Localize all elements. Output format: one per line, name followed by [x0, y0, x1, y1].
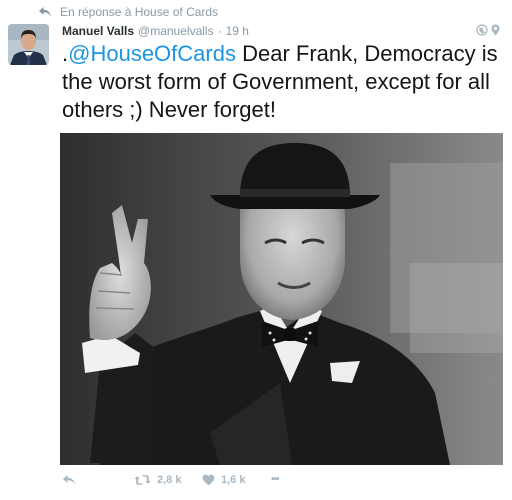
retweet-count: 2,8 k — [157, 474, 182, 486]
retweet-button[interactable]: 2,8 k — [134, 474, 181, 486]
author-name[interactable]: Manuel Valls — [62, 24, 134, 38]
like-count: 1,6 k — [221, 474, 246, 486]
tweet-timestamp[interactable]: 19 h — [226, 24, 249, 38]
reply-context-link[interactable]: En réponse à House of Cards — [60, 5, 218, 19]
more-icon: ••• — [271, 474, 279, 485]
reply-arrow-icon[interactable] — [38, 6, 52, 18]
avatar[interactable] — [8, 24, 49, 65]
more-button[interactable]: ••• — [271, 474, 279, 485]
tweet-meta-icons — [476, 24, 500, 36]
author-handle[interactable]: @manuelvalls — [138, 24, 214, 38]
mention-link[interactable]: @HouseOfCards — [68, 41, 236, 66]
tweet-text: .@HouseOfCards Dear Frank, Democracy is … — [62, 40, 506, 124]
tweet-actions: 2,8 k 1,6 k ••• — [62, 472, 362, 494]
reply-icon — [63, 475, 75, 485]
time-separator: · — [217, 23, 222, 38]
like-button[interactable]: 1,6 k — [202, 474, 245, 486]
globe-icon — [476, 24, 488, 36]
heart-icon — [202, 474, 215, 486]
reply-context: En réponse à House of Cards — [38, 4, 218, 20]
tweet-header: Manuel Valls @manuelvalls · 19 h — [62, 22, 504, 39]
tweet-photo[interactable] — [60, 133, 503, 465]
retweet-icon — [134, 475, 151, 485]
location-pin-icon[interactable] — [491, 24, 500, 36]
reply-button[interactable] — [62, 474, 76, 486]
